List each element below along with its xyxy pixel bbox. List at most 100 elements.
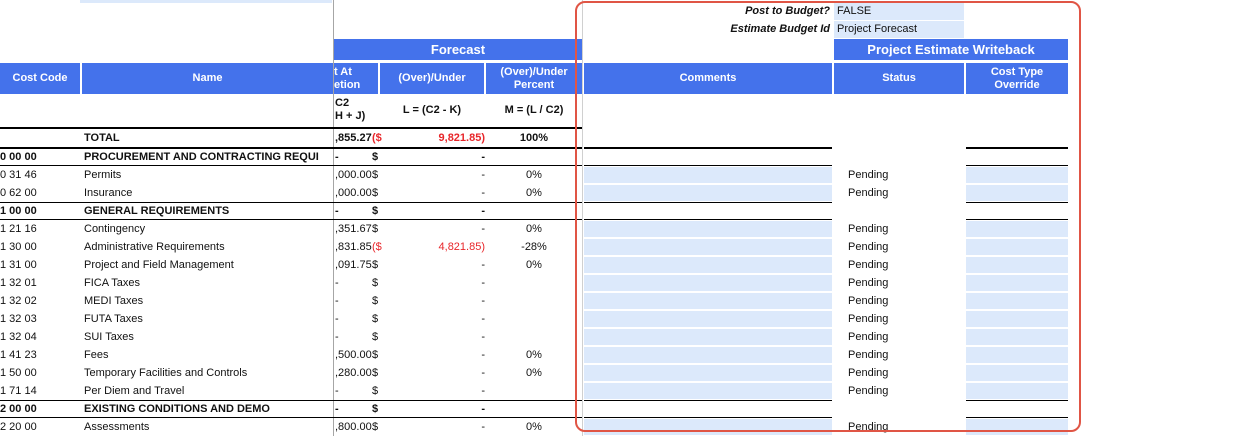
dollar-cell: $: [372, 187, 379, 199]
table-row[interactable]: 2 20 00 Assessments ,800.00 $ - 0% Pending: [0, 418, 1070, 436]
table-row[interactable]: 0 31 46 Permits ,000.00 $ - 0% Pending: [0, 166, 1070, 184]
estimate-budget-id-value[interactable]: Project Forecast: [834, 21, 964, 38]
status-cell: Pending: [848, 421, 889, 433]
cost-code-header[interactable]: Cost Code: [0, 63, 80, 94]
total-over-under: 9,821.85): [438, 132, 485, 144]
table-row[interactable]: 2 00 00 EXISTING CONDITIONS AND DEMO - $ -: [0, 400, 1070, 418]
cost-type-override-input[interactable]: [966, 419, 1068, 435]
status-header[interactable]: Status: [834, 63, 964, 94]
cost-type-override-input[interactable]: [966, 257, 1068, 273]
pct-cell: 0%: [526, 421, 542, 433]
comments-input[interactable]: [584, 329, 832, 345]
status-cell: Pending: [848, 223, 889, 235]
selected-cell-strip[interactable]: [80, 0, 332, 3]
cost-type-override-input[interactable]: [966, 329, 1068, 345]
total-eac: ,855.27: [335, 132, 372, 144]
table-row[interactable]: 1 32 03 FUTA Taxes - $ - Pending: [0, 310, 1070, 328]
table-row[interactable]: 1 71 14 Per Diem and Travel - $ - Pending: [0, 382, 1070, 400]
dollar-cell: $: [372, 223, 379, 235]
eac-header-line2: etion: [334, 78, 361, 91]
pct-cell: 0%: [526, 223, 542, 235]
table-row[interactable]: 1 31 00 Project and Field Management ,091.…: [0, 256, 1070, 274]
cost-type-override-input[interactable]: [966, 383, 1068, 399]
name-cell: SUI Taxes: [84, 331, 134, 343]
comments-input[interactable]: [584, 185, 832, 201]
comments-input[interactable]: [584, 419, 832, 435]
table-row[interactable]: 1 00 00 GENERAL REQUIREMENTS - $ -: [0, 202, 1070, 220]
eac-cell: -: [335, 277, 339, 289]
name-header[interactable]: Name: [82, 63, 333, 94]
name-cell: Fees: [84, 349, 109, 361]
eac-cell: ,091.75: [335, 259, 372, 271]
comments-input[interactable]: [584, 293, 832, 309]
section-border: [584, 202, 832, 203]
over-under-cell: -: [481, 403, 485, 415]
over-under-pct-header[interactable]: (Over)/Under Percent: [486, 63, 582, 94]
status-cell: Pending: [848, 259, 889, 271]
over-under-cell: -: [481, 421, 485, 433]
cost-code-cell: 2 20 00: [0, 421, 37, 433]
comments-input[interactable]: [584, 239, 832, 255]
cost-code-cell: 1 32 01: [0, 277, 37, 289]
over-under-header[interactable]: (Over)/Under: [380, 63, 484, 94]
pct-cell: 0%: [526, 169, 542, 181]
pct-cell: [492, 150, 576, 164]
status-cell: Pending: [848, 331, 889, 343]
over-under-cell: -: [481, 331, 485, 343]
table-row[interactable]: 1 41 23 Fees ,500.00 $ - 0% Pending: [0, 346, 1070, 364]
cost-type-override-input[interactable]: [966, 167, 1068, 183]
table-row[interactable]: 1 50 00 Temporary Facilities and Controls…: [0, 364, 1070, 382]
comments-input[interactable]: [584, 257, 832, 273]
cost-type-override-header[interactable]: Cost Type Override: [966, 63, 1068, 94]
over-under-formula: L = (C2 - K): [402, 104, 462, 116]
table-row[interactable]: 0 00 00 PROCUREMENT AND CONTRACTING REQUI…: [0, 148, 1070, 166]
name-cell: MEDI Taxes: [84, 295, 144, 307]
comments-header[interactable]: Comments: [584, 63, 832, 94]
cost-code-cell: 1 32 04: [0, 331, 37, 343]
cost-type-override-input[interactable]: [966, 293, 1068, 309]
cost-type-override-input[interactable]: [966, 347, 1068, 363]
comments-input[interactable]: [584, 275, 832, 291]
comments-input[interactable]: [584, 383, 832, 399]
table-row[interactable]: 1 30 00 Administrative Requirements ,831.8…: [0, 238, 1070, 256]
eac-cell: -: [335, 331, 339, 343]
cost-type-override-input[interactable]: [966, 239, 1068, 255]
post-to-budget-value[interactable]: FALSE: [834, 3, 964, 20]
cost-type-override-input[interactable]: [966, 185, 1068, 201]
comments-input[interactable]: [584, 347, 832, 363]
eac-cell: ,800.00: [335, 421, 372, 433]
cost-type-override-input[interactable]: [966, 221, 1068, 237]
total-row[interactable]: TOTAL ,855.27 ($ 9,821.85) 100%: [0, 129, 1070, 147]
table-row[interactable]: 1 32 04 SUI Taxes - $ - Pending: [0, 328, 1070, 346]
table-row[interactable]: 1 21 16 Contingency ,351.67 $ - 0% Pending: [0, 220, 1070, 238]
total-dollar: ($: [372, 132, 382, 144]
eac-cell: -: [335, 385, 339, 397]
cost-code-cell: 1 00 00: [0, 205, 37, 217]
cost-type-override-input[interactable]: [966, 275, 1068, 291]
cost-type-override-input[interactable]: [966, 365, 1068, 381]
comments-input[interactable]: [584, 365, 832, 381]
name-cell: Permits: [84, 169, 122, 181]
total-label: TOTAL: [84, 132, 120, 144]
comments-input[interactable]: [584, 311, 832, 327]
cost-code-cell: 2 00 00: [0, 403, 37, 415]
cost-type-override-input[interactable]: [966, 311, 1068, 327]
over-under-cell: -: [481, 259, 485, 271]
table-row[interactable]: 0 62 00 Insurance ,000.00 $ - 0% Pending: [0, 184, 1070, 202]
pct-cell: [492, 312, 576, 326]
status-cell: Pending: [848, 367, 889, 379]
eac-cell: ,000.00: [335, 169, 372, 181]
table-row[interactable]: 1 32 02 MEDI Taxes - $ - Pending: [0, 292, 1070, 310]
status-cell: [848, 402, 958, 416]
cost-code-cell: 1 31 00: [0, 259, 37, 271]
comments-input[interactable]: [584, 221, 832, 237]
estimate-budget-id-label: Estimate Budget Id: [730, 23, 830, 35]
eac-header[interactable]: t At etion: [334, 63, 378, 94]
table-row[interactable]: 1 32 01 FICA Taxes - $ - Pending: [0, 274, 1070, 292]
dollar-cell: $: [372, 367, 379, 379]
dollar-cell: ($: [372, 241, 382, 253]
comments-input[interactable]: [584, 167, 832, 183]
status-cell: [848, 150, 958, 164]
pct-cell: [492, 330, 576, 344]
over-under-cell: -: [481, 205, 485, 217]
